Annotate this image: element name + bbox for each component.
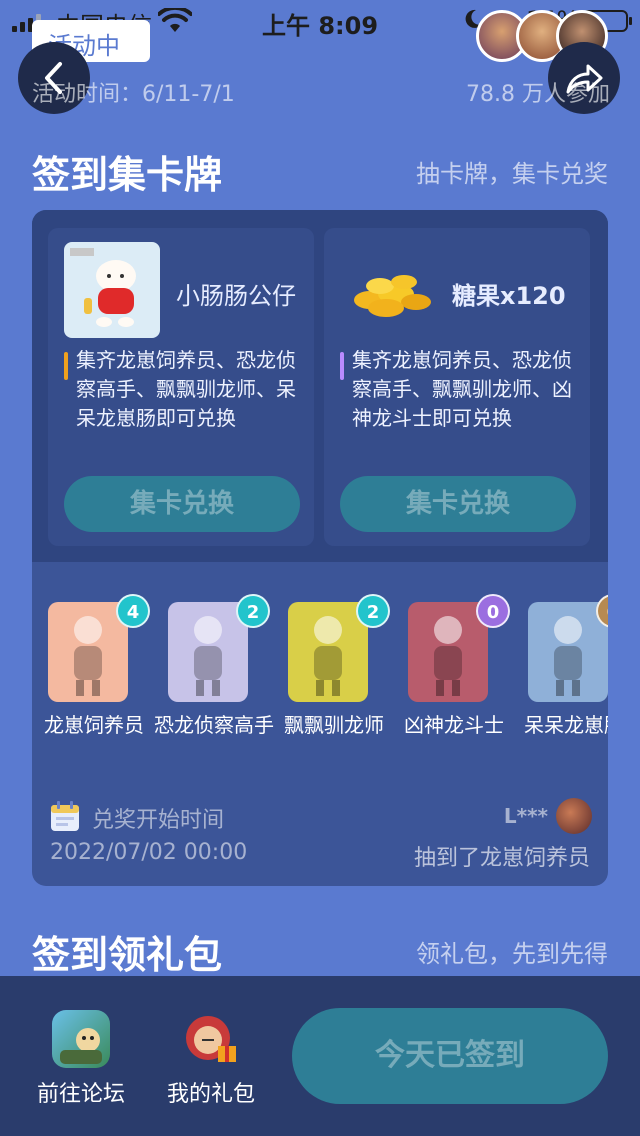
reward-name: 糖果x120	[452, 282, 566, 310]
reward-description: 集齐龙崽饲养员、恐龙侦察高手、飘飘驯龙师、呆呆龙崽肠即可兑换	[76, 348, 296, 430]
gift-box-icon	[182, 1010, 240, 1068]
card-count-badge: 4	[116, 594, 150, 628]
clock-label: 上午 8:09	[262, 12, 379, 40]
redeem-start-label: 兑奖开始时间	[92, 808, 225, 833]
reward-card: 小肠肠公仔 集齐龙崽饲养员、恐龙侦察高手、飘飘驯龙师、呆呆龙崽肠即可兑换 集卡兑…	[48, 228, 314, 546]
my-gifts-nav-item[interactable]: 我的礼包	[156, 1010, 266, 1108]
card-name: 恐龙侦察高手	[154, 713, 274, 737]
plush-toy-image	[64, 242, 160, 338]
signed-in-button[interactable]: 今天已签到	[292, 1008, 608, 1104]
wifi-icon	[158, 8, 192, 32]
section-subtitle-collect-cards: 抽卡牌，集卡兑奖	[416, 160, 608, 188]
card-name: 呆呆龙崽肠	[524, 713, 608, 737]
card-name: 龙崽饲养员	[44, 713, 144, 737]
reward-accent-bar	[340, 352, 344, 380]
section-title-collect-cards: 签到集卡牌	[32, 153, 223, 197]
participants-count: 78.8 万人参加	[466, 82, 610, 107]
rewards-area: 小肠肠公仔 集齐龙崽饲养员、恐龙侦察高手、飘飘驯龙师、呆呆龙崽肠即可兑换 集卡兑…	[32, 210, 608, 562]
reward-name: 小肠肠公仔	[176, 282, 296, 310]
forum-nav-item[interactable]: 前往论坛	[26, 1010, 136, 1108]
reward-accent-bar	[64, 352, 68, 380]
card-count-badge: 0	[476, 594, 510, 628]
exchange-button[interactable]: 集卡兑换	[340, 476, 576, 532]
section-title-gifts: 签到领礼包	[32, 933, 223, 977]
section-subtitle-gifts: 领礼包，先到先得	[416, 940, 608, 968]
bottom-bar: 前往论坛 我的礼包 今天已签到	[0, 976, 640, 1136]
card-name: 凶神龙斗士	[404, 713, 504, 737]
calendar-icon	[51, 801, 79, 831]
candy-pile-image	[340, 242, 436, 338]
card-character-image	[408, 602, 488, 702]
card-name: 飘飘驯龙师	[284, 713, 384, 737]
card-collection-panel: 小肠肠公仔 集齐龙崽饲养员、恐龙侦察高手、飘飘驯龙师、呆呆龙崽肠即可兑换 集卡兑…	[32, 210, 608, 886]
activity-time-label: 活动时间：6/11-7/1	[32, 82, 235, 107]
winner-username: L***	[503, 804, 548, 828]
card-character-image	[168, 602, 248, 702]
forum-app-icon	[52, 1010, 110, 1068]
card-count-badge: 2	[236, 594, 270, 628]
my-gifts-label: 我的礼包	[166, 1082, 255, 1107]
exchange-button[interactable]: 集卡兑换	[64, 476, 300, 532]
winner-avatar	[556, 798, 592, 834]
card-character-image	[288, 602, 368, 702]
card-list: 4龙崽饲养员2恐龙侦察高手2飘飘驯龙师0凶神龙斗士0呆呆龙崽肠	[32, 594, 608, 774]
card-count-badge: 2	[356, 594, 390, 628]
winner-draw-text: 抽到了龙崽饲养员	[413, 846, 590, 871]
reward-card: 糖果x120 集齐龙崽饲养员、恐龙侦察高手、飘飘驯龙师、凶神龙斗士即可兑换 集卡…	[324, 228, 590, 546]
forum-label: 前往论坛	[36, 1082, 125, 1107]
card-character-image	[48, 602, 128, 702]
card-character-image	[528, 602, 608, 702]
redeem-start-time: 2022/07/02 00:00	[50, 840, 248, 865]
reward-description: 集齐龙崽饲养员、恐龙侦察高手、飘飘驯龙师、凶神龙斗士即可兑换	[352, 348, 572, 430]
